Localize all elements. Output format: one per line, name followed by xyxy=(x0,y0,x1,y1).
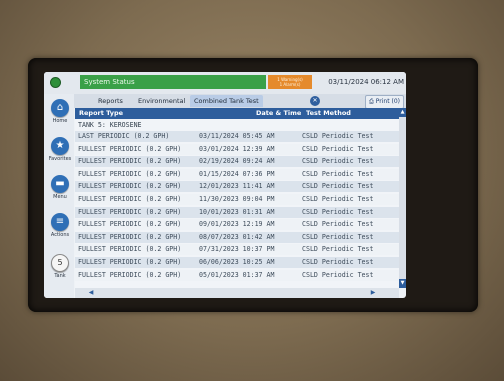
cell-date-time: 12/01/2023 11:41 AM xyxy=(199,182,275,191)
table-row[interactable]: FULLEST PERIODIC (0.2 GPH) 10/01/2023 01:… xyxy=(75,206,399,218)
cell-date-time: 06/06/2023 10:25 AM xyxy=(199,258,275,266)
sidebar-item-favorites[interactable]: ★ Favorites xyxy=(47,137,73,171)
print-label: Print (0) xyxy=(375,98,400,105)
tab-combined-tank-test[interactable]: Combined Tank Test xyxy=(190,95,263,107)
scroll-down-icon[interactable]: ▼ xyxy=(399,279,406,288)
system-status-button[interactable]: System Status xyxy=(80,75,266,89)
scroll-up-icon[interactable]: ▲ xyxy=(399,108,406,117)
cell-test-method: CSLD Periodic Test xyxy=(302,144,374,153)
cell-test-method: CSLD Periodic Test xyxy=(302,245,374,254)
sidebar-label-actions: Actions xyxy=(50,232,70,238)
menu-icon: ▬ xyxy=(51,175,69,193)
cell-test-method: CSLD Periodic Test xyxy=(302,132,374,140)
sidebar-nav: ⌂ Home ★ Favorites ▬ Menu ≡ Actions 5 Ta… xyxy=(44,94,74,298)
cell-report-type: FULLEST PERIODIC (0.2 GPH) xyxy=(78,195,182,203)
vertical-scrollbar[interactable]: ▲ ▼ xyxy=(399,108,406,288)
sidebar-label-tank: Tank xyxy=(54,273,66,279)
cell-date-time: 08/07/2023 01:42 AM xyxy=(199,232,275,241)
cell-test-method: CSLD Periodic Test xyxy=(302,169,374,178)
table-row[interactable]: LAST PERIODIC (0.2 GPH) 03/11/2024 05:45 … xyxy=(75,131,399,142)
sidebar-label-favorites: Favorites xyxy=(48,156,72,162)
warning-alarm-badge[interactable]: 1 Warning(s) 1 Alarm(s) xyxy=(268,75,312,89)
table-row[interactable]: FULLEST PERIODIC (0.2 GPH) 06/06/2023 10:… xyxy=(75,257,399,268)
table-row[interactable]: FULLEST PERIODIC (0.2 GPH) 02/19/2024 09:… xyxy=(75,156,399,168)
table-row[interactable]: FULLEST PERIODIC (0.2 GPH) 11/30/2023 09:… xyxy=(75,194,399,205)
cell-test-method: CSLD Periodic Test xyxy=(302,232,374,241)
scroll-left-icon[interactable]: ◀ xyxy=(87,289,95,297)
cell-report-type: FULLEST PERIODIC (0.2 GPH) xyxy=(78,232,182,241)
star-icon: ★ xyxy=(51,137,69,155)
cell-date-time: 09/01/2023 12:19 AM xyxy=(199,220,275,229)
sidebar-item-menu[interactable]: ▬ Menu xyxy=(47,175,73,209)
home-icon: ⌂ xyxy=(51,99,69,117)
sidebar-label-menu: Menu xyxy=(53,194,67,200)
cell-test-method: CSLD Periodic Test xyxy=(302,195,374,203)
table-row[interactable]: FULLEST PERIODIC (0.2 GPH) 07/31/2023 10:… xyxy=(75,244,399,256)
cell-report-type: FULLEST PERIODIC (0.2 GPH) xyxy=(78,270,182,279)
touch-screen: System Status 1 Warning(s) 1 Alarm(s) 03… xyxy=(44,72,406,298)
cell-report-type: FULLEST PERIODIC (0.2 GPH) xyxy=(78,258,182,266)
table-row[interactable]: FULLEST PERIODIC (0.2 GPH) 03/01/2024 12:… xyxy=(75,143,399,155)
table-row[interactable]: FULLEST PERIODIC (0.2 GPH) 12/01/2023 11:… xyxy=(75,181,399,193)
table-row[interactable]: FULLEST PERIODIC (0.2 GPH) 09/01/2023 12:… xyxy=(75,219,399,231)
cell-test-method: CSLD Periodic Test xyxy=(302,207,374,216)
cell-test-method: CSLD Periodic Test xyxy=(302,182,374,191)
cell-test-method: CSLD Periodic Test xyxy=(302,270,374,279)
cell-report-type: FULLEST PERIODIC (0.2 GPH) xyxy=(78,144,182,153)
cell-report-type: LAST PERIODIC (0.2 GPH) xyxy=(78,132,170,140)
cell-report-type: FULLEST PERIODIC (0.2 GPH) xyxy=(78,157,182,166)
cell-report-type: FULLEST PERIODIC (0.2 GPH) xyxy=(78,207,182,216)
cell-test-method: CSLD Periodic Test xyxy=(302,157,374,166)
report-table: Report Type Date & Time Test Method TANK… xyxy=(75,108,399,288)
cell-report-type: FULLEST PERIODIC (0.2 GPH) xyxy=(78,169,182,178)
cell-date-time: 11/30/2023 09:04 PM xyxy=(199,195,275,203)
tab-reports[interactable]: Reports xyxy=(94,95,127,107)
system-datetime: 03/11/2024 06:12 AM xyxy=(328,78,404,86)
cell-date-time: 10/01/2023 01:31 AM xyxy=(199,207,275,216)
cell-date-time: 03/01/2024 12:39 AM xyxy=(199,144,275,153)
breadcrumb-tabs: Reports Environmental Combined Tank Test… xyxy=(74,94,406,109)
list-icon: ≡ xyxy=(51,213,69,231)
sidebar-item-tank[interactable]: 5 Tank xyxy=(47,254,73,288)
cell-report-type: FULLEST PERIODIC (0.2 GPH) xyxy=(78,220,182,229)
cell-test-method: CSLD Periodic Test xyxy=(302,258,374,266)
table-header: Report Type Date & Time Test Method xyxy=(75,108,399,119)
column-header-date-time[interactable]: Date & Time xyxy=(256,108,301,119)
cell-report-type: FULLEST PERIODIC (0.2 GPH) xyxy=(78,245,182,254)
horizontal-scrollbar[interactable]: ◀ ▶ xyxy=(75,288,399,298)
column-header-report-type[interactable]: Report Type xyxy=(79,108,123,119)
scroll-right-icon[interactable]: ▶ xyxy=(369,289,377,297)
cell-date-time: 05/01/2023 01:37 AM xyxy=(199,270,275,279)
cell-date-time: 01/15/2024 07:36 PM xyxy=(199,169,275,178)
cell-test-method: CSLD Periodic Test xyxy=(302,220,374,229)
power-indicator-icon xyxy=(50,77,61,88)
table-row[interactable]: FULLEST PERIODIC (0.2 GPH) 01/15/2024 07:… xyxy=(75,168,399,180)
top-bar: System Status 1 Warning(s) 1 Alarm(s) 03… xyxy=(44,72,406,94)
table-row[interactable]: FULLEST PERIODIC (0.2 GPH) 05/01/2023 01:… xyxy=(75,269,399,281)
sidebar-item-actions[interactable]: ≡ Actions xyxy=(47,213,73,247)
table-row[interactable]: FULLEST PERIODIC (0.2 GPH) 08/07/2023 01:… xyxy=(75,231,399,243)
tank-icon: 5 xyxy=(51,254,69,272)
printer-icon: ⎙ xyxy=(369,98,374,105)
column-header-test-method[interactable]: Test Method xyxy=(306,108,351,119)
cell-date-time: 02/19/2024 09:24 AM xyxy=(199,157,275,166)
cell-report-type: FULLEST PERIODIC (0.2 GPH) xyxy=(78,182,182,191)
tank-section-label: TANK 5: KEROSENE xyxy=(78,121,142,129)
tab-environmental[interactable]: Environmental xyxy=(134,95,189,107)
sidebar-label-home: Home xyxy=(52,118,68,124)
close-tab-icon[interactable]: ✕ xyxy=(310,96,320,106)
print-button[interactable]: ⎙ Print (0) xyxy=(365,95,404,109)
cell-date-time: 03/11/2024 05:45 AM xyxy=(199,132,275,140)
sidebar-item-home[interactable]: ⌂ Home xyxy=(47,99,73,133)
cell-date-time: 07/31/2023 10:37 PM xyxy=(199,245,275,254)
